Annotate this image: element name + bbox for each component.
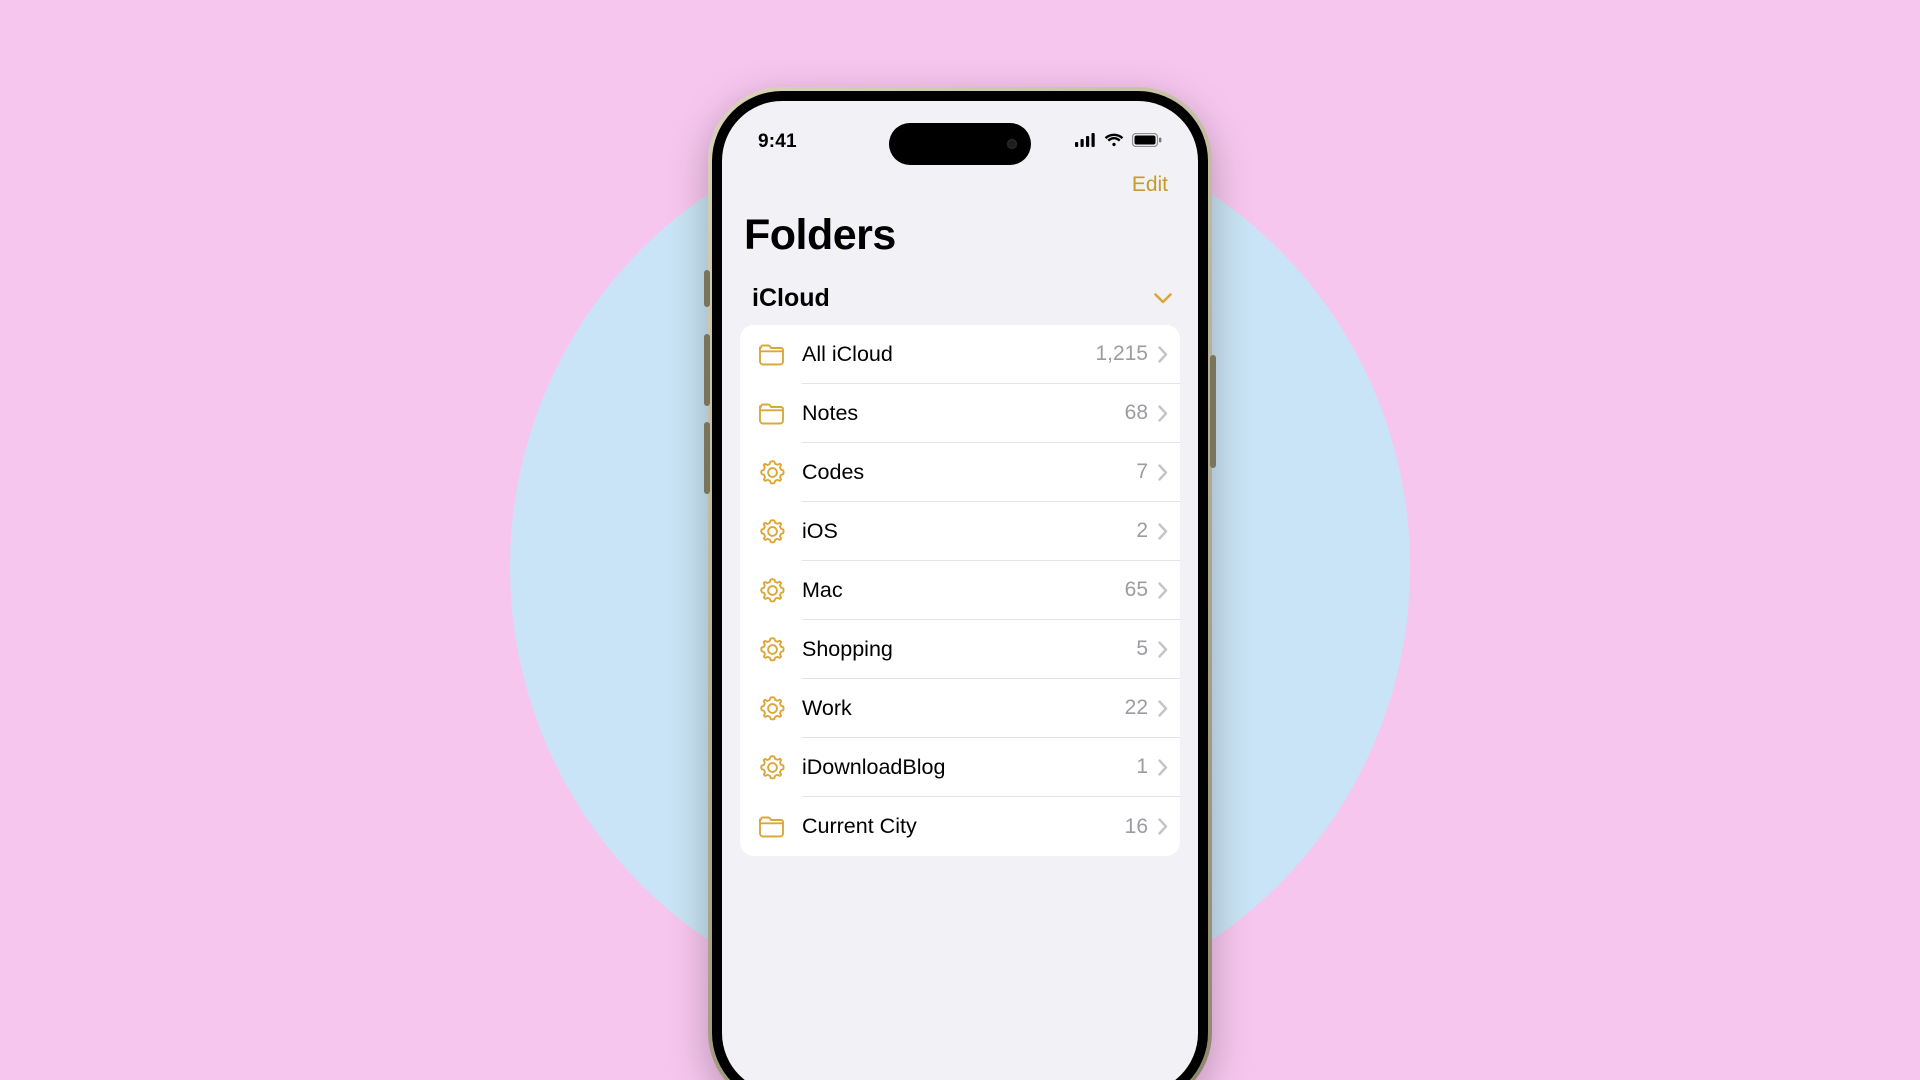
phone-frame: 9:41 — [708, 87, 1212, 1080]
chevron-right-icon — [1158, 464, 1168, 481]
folder-row[interactable]: iOS 2 — [740, 502, 1180, 561]
folder-label: All iCloud — [802, 342, 893, 367]
folder-icon — [756, 344, 788, 366]
folder-label: Codes — [802, 460, 864, 485]
gear-icon — [756, 754, 788, 781]
wifi-icon — [1104, 133, 1124, 152]
folder-label: iDownloadBlog — [802, 755, 945, 780]
folder-label: Work — [802, 696, 852, 721]
folder-count: 2 — [1136, 519, 1148, 543]
section-header-icloud[interactable]: iCloud — [722, 278, 1198, 325]
page-title: Folders — [722, 207, 1198, 278]
folder-list: All iCloud 1,215 Notes 68 Codes — [740, 325, 1180, 856]
phone-volume-up — [704, 334, 710, 406]
folder-icon — [756, 816, 788, 838]
dynamic-island — [889, 123, 1031, 165]
gear-icon — [756, 695, 788, 722]
chevron-down-icon — [1154, 293, 1172, 304]
phone-screen: 9:41 — [722, 101, 1198, 1080]
chevron-right-icon — [1158, 523, 1168, 540]
folder-label: iOS — [802, 519, 838, 544]
folder-count: 1 — [1136, 755, 1148, 779]
folder-row[interactable]: Codes 7 — [740, 443, 1180, 502]
folder-row[interactable]: All iCloud 1,215 — [740, 325, 1180, 384]
phone-power-button — [1210, 355, 1216, 468]
folder-row[interactable]: Mac 65 — [740, 561, 1180, 620]
chevron-right-icon — [1158, 641, 1168, 658]
gear-icon — [756, 636, 788, 663]
folder-label: Shopping — [802, 637, 893, 662]
folder-row[interactable]: Notes 68 — [740, 384, 1180, 443]
section-title: iCloud — [752, 284, 830, 313]
chevron-right-icon — [1158, 818, 1168, 835]
chevron-right-icon — [1158, 346, 1168, 363]
folder-count: 16 — [1125, 815, 1148, 839]
chevron-right-icon — [1158, 700, 1168, 717]
folder-row[interactable]: iDownloadBlog 1 — [740, 738, 1180, 797]
nav-bar: Edit — [722, 165, 1198, 207]
folder-count: 5 — [1136, 637, 1148, 661]
cellular-icon — [1075, 133, 1096, 152]
folder-count: 7 — [1136, 460, 1148, 484]
battery-icon — [1132, 133, 1162, 152]
folder-row[interactable]: Current City 16 — [740, 797, 1180, 856]
folder-count: 22 — [1125, 696, 1148, 720]
chevron-right-icon — [1158, 759, 1168, 776]
folder-count: 68 — [1125, 401, 1148, 425]
folder-icon — [756, 403, 788, 425]
folder-label: Mac — [802, 578, 843, 603]
status-time: 9:41 — [758, 131, 797, 153]
chevron-right-icon — [1158, 582, 1168, 599]
folder-row[interactable]: Work 22 — [740, 679, 1180, 738]
gear-icon — [756, 518, 788, 545]
folder-label: Current City — [802, 814, 917, 839]
chevron-right-icon — [1158, 405, 1168, 422]
folder-count: 1,215 — [1095, 342, 1148, 366]
folder-label: Notes — [802, 401, 858, 426]
gear-icon — [756, 577, 788, 604]
phone-mute-switch — [704, 270, 710, 307]
gear-icon — [756, 459, 788, 486]
phone-volume-down — [704, 422, 710, 494]
edit-button[interactable]: Edit — [1132, 173, 1168, 197]
folder-row[interactable]: Shopping 5 — [740, 620, 1180, 679]
folder-count: 65 — [1125, 578, 1148, 602]
